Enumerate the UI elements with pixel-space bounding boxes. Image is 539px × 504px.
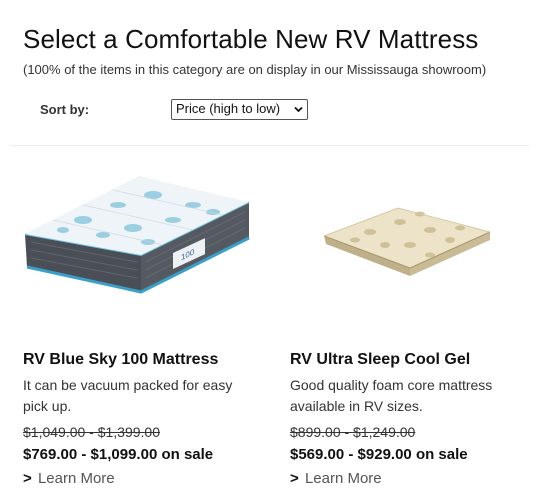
chevron-down-icon xyxy=(294,106,303,113)
product-description: It can be vacuum packed for easy pick up… xyxy=(23,377,233,414)
divider xyxy=(10,145,529,146)
product-name[interactable]: RV Ultra Sleep Cool Gel xyxy=(290,351,470,369)
page-subtitle: (100% of the items in this category are … xyxy=(23,62,487,77)
product-sale-price: $569.00 - $929.00 on sale xyxy=(290,446,468,463)
learn-more-label: Learn More xyxy=(304,470,382,487)
sort-selected-value: Price (high to low) xyxy=(176,101,281,116)
arrow-prefix: > xyxy=(290,470,299,487)
learn-more-label: Learn More xyxy=(37,470,115,487)
arrow-prefix: > xyxy=(23,470,32,487)
page-title: Select a Comfortable New RV Mattress xyxy=(23,24,479,54)
product-old-price: $1,049.00 - $1,399.00 xyxy=(23,424,161,440)
product-sale-price: $769.00 - $1,099.00 on sale xyxy=(23,446,214,463)
sort-select[interactable]: Price (high to low) xyxy=(171,99,308,120)
product-image-blue-sky[interactable]: 100 xyxy=(23,150,263,340)
learn-more-link[interactable]: > Learn More xyxy=(23,470,115,487)
learn-more-link[interactable]: > Learn More xyxy=(290,470,382,487)
product-name[interactable]: RV Blue Sky 100 Mattress xyxy=(23,351,218,369)
product-description: Good quality foam core mattress availabl… xyxy=(290,377,493,414)
product-old-price: $899.00 - $1,249.00 xyxy=(290,424,416,440)
sort-label: Sort by: xyxy=(40,102,90,117)
product-image-ultra-sleep[interactable] xyxy=(290,150,530,340)
